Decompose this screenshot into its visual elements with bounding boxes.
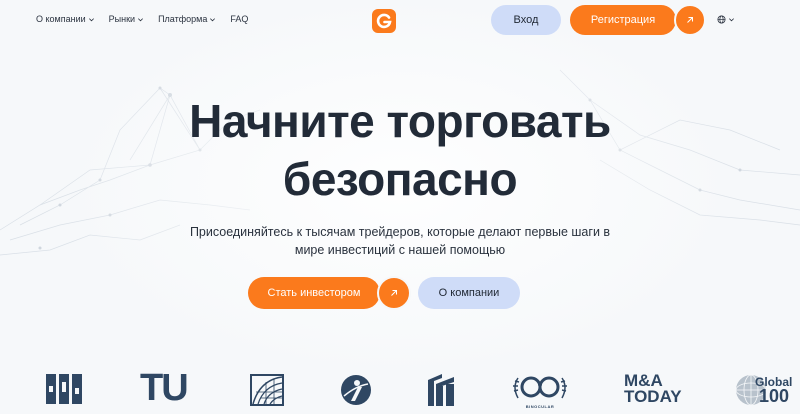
register-button[interactable]: Регистрация — [570, 5, 676, 35]
brand-g-logo-icon — [376, 13, 392, 29]
register-arrow-button[interactable] — [674, 4, 706, 36]
partner-logo-gbm — [46, 374, 82, 404]
nav-item-faq[interactable]: FAQ — [230, 14, 248, 24]
hero-subtitle-line: Присоединяйтесь к тысячам трейдеров, кот… — [189, 225, 611, 239]
arrow-up-right-icon — [391, 290, 397, 296]
login-button[interactable]: Вход — [491, 5, 561, 35]
nav-item-label: О компании — [36, 14, 86, 24]
chevron-down-icon — [88, 17, 94, 21]
hero-title-line: безопасно — [282, 153, 518, 205]
hero-title: Начните торговать безопасно — [0, 92, 800, 208]
hero-subtitle-line: мире инвестиций с нашей помощью — [294, 243, 506, 257]
nav-item-label: FAQ — [230, 14, 249, 24]
nav-item-label: Платформа — [158, 14, 208, 24]
chevron-down-icon — [210, 17, 216, 21]
nav-item-markets[interactable]: Рынки — [109, 14, 144, 24]
partner-logo-grid-globe — [250, 374, 284, 406]
hero-subtitle: Присоединяйтесь к тысячам трейдеров, кот… — [180, 223, 620, 259]
top-header: О компании Рынки Платформа FAQ Вход Реги… — [0, 0, 800, 40]
chevron-down-icon — [138, 17, 144, 21]
become-investor-button[interactable]: Стать инвестором — [248, 277, 380, 309]
partner-logos-row: TU BINOCULAR M&A TODAY Global 100 — [0, 366, 800, 414]
binocular-caption: BINOCULAR — [525, 404, 555, 409]
partner-logo-tu: TU — [140, 367, 189, 409]
partner-logo-binocular: BINOCULAR — [510, 372, 570, 409]
chevron-down-icon — [729, 18, 734, 22]
nav-item-about[interactable]: О компании — [36, 14, 95, 24]
become-investor-arrow-button[interactable] — [377, 276, 411, 310]
language-selector[interactable] — [717, 15, 735, 24]
globe-icon — [717, 15, 726, 24]
global-100-line: 100 — [759, 386, 790, 406]
nav-item-platform[interactable]: Платформа — [158, 14, 216, 24]
brand-logo[interactable] — [372, 9, 396, 33]
hero-title-line: Начните торговать — [189, 95, 611, 147]
partner-logo-global-100: Global 100 — [735, 374, 795, 408]
partner-logo-bi — [428, 374, 456, 406]
main-nav: О компании Рынки Платформа FAQ — [36, 14, 248, 24]
nav-item-label: Рынки — [108, 14, 136, 24]
partner-logo-info-circle — [340, 374, 372, 406]
about-company-button[interactable]: О компании — [418, 277, 520, 309]
partner-logo-ma-today: M&A TODAY — [624, 372, 682, 406]
ma-today-line: TODAY — [624, 387, 682, 406]
arrow-up-right-icon — [687, 17, 693, 23]
